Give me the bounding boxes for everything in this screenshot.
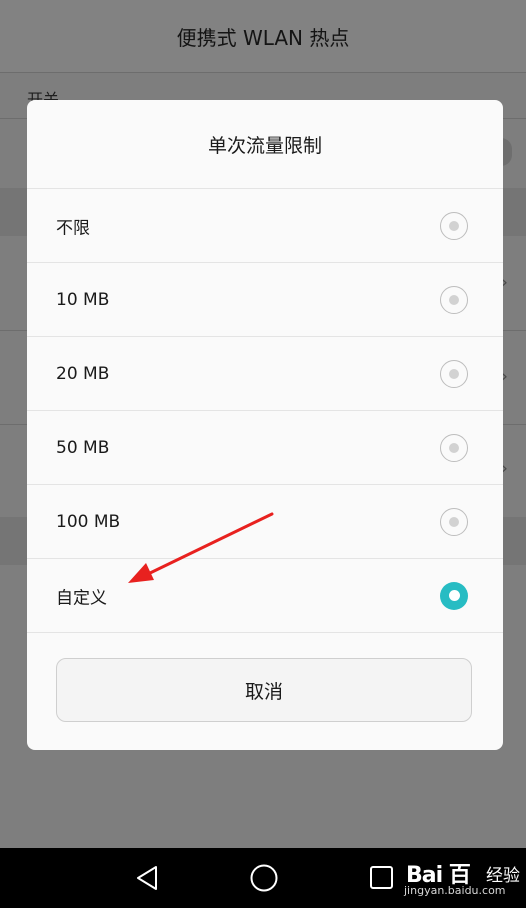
back-icon[interactable]: [134, 864, 162, 892]
watermark-url: jingyan.baidu.com: [404, 884, 506, 897]
annotation-arrow-icon: [128, 512, 274, 583]
watermark-text: 经验: [486, 866, 520, 886]
recents-icon[interactable]: [369, 865, 395, 891]
baidu-watermark: Bai 百 经验 jingyan.baidu.com: [398, 855, 526, 903]
home-icon[interactable]: [249, 863, 279, 893]
